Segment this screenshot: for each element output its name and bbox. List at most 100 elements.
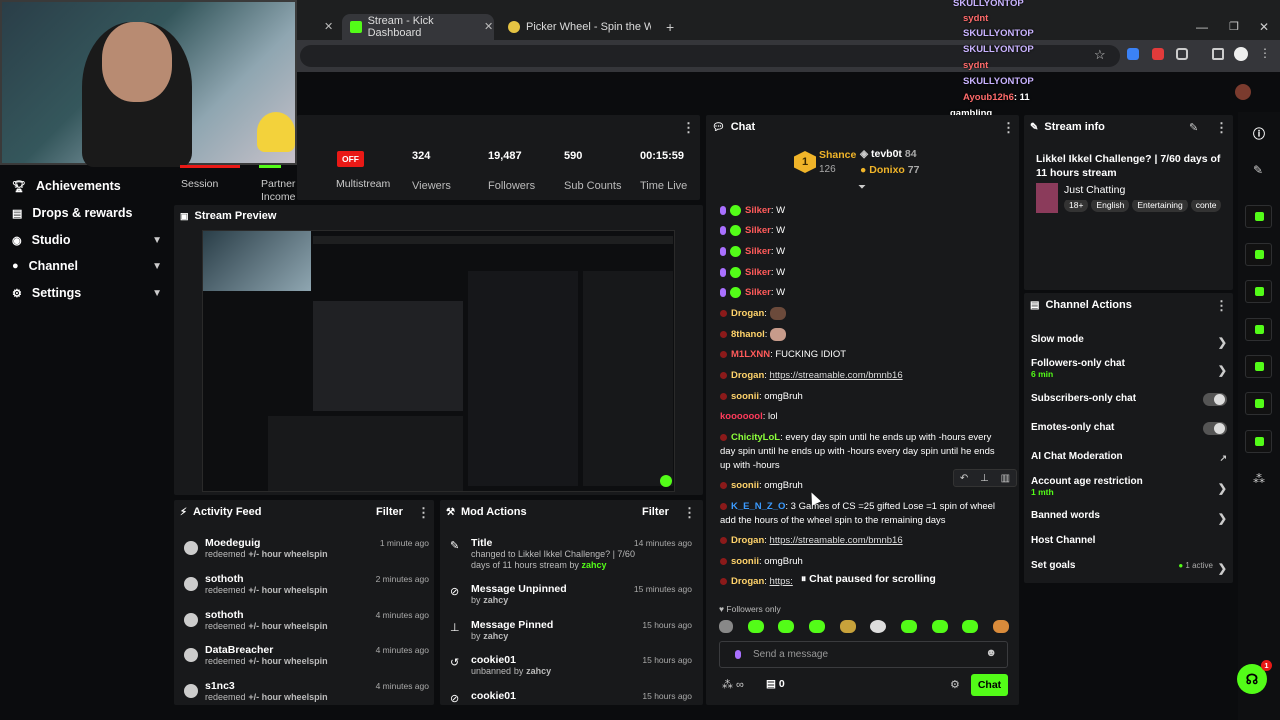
category-thumbnail[interactable] — [1036, 183, 1058, 213]
chat-message[interactable]: Drogan: https: — [720, 575, 795, 589]
chat-settings-icon[interactable]: ⚙︎ — [950, 678, 960, 691]
maximize-icon[interactable]: ❐ — [1229, 20, 1239, 33]
minimize-icon[interactable]: — — [1196, 20, 1208, 34]
rail-button-bolt[interactable] — [1245, 243, 1272, 266]
multistream-status-badge[interactable]: OFF — [337, 151, 364, 167]
rail-button-broadcast[interactable] — [1245, 355, 1272, 378]
subscribers-only-setting[interactable]: Subscribers-only chat — [1031, 393, 1227, 406]
chat-input[interactable]: Send a message ☻ — [719, 641, 1008, 668]
followers-only-setting[interactable]: Followers-only chat 6 min ❯ — [1031, 358, 1227, 379]
profile-avatar[interactable] — [1234, 47, 1248, 61]
subscribers-only-toggle[interactable] — [1203, 393, 1227, 406]
emoji-picker-icon[interactable]: ☻ — [985, 647, 997, 659]
extension-icon[interactable] — [1152, 48, 1164, 60]
chat-message[interactable]: Silker: W — [720, 245, 1005, 259]
close-tab-icon[interactable]: ✕ — [324, 20, 333, 33]
emote-icon[interactable] — [808, 620, 825, 633]
chat-message[interactable]: soonii: omgBruh — [720, 555, 1005, 569]
emote-icon[interactable] — [931, 620, 948, 633]
set-goals-setting[interactable]: Set goals ● 1 active ❯ — [1031, 560, 1227, 575]
info-icon[interactable]: ⓘ — [1253, 125, 1265, 142]
chat-message[interactable]: Silker: W — [720, 286, 1005, 300]
more-options-icon[interactable]: ⋮ — [683, 505, 696, 521]
ai-moderation-setting[interactable]: AI Chat Moderation ↗ — [1031, 451, 1227, 463]
pin-icon[interactable]: ⊥ — [980, 473, 989, 484]
banned-words-setting[interactable]: Banned words ❯ — [1031, 510, 1227, 525]
account-age-setting[interactable]: Account age restriction 1 mth ❯ — [1031, 476, 1227, 497]
chat-message[interactable]: ChicityLoL: every day spin until he ends… — [720, 431, 1005, 473]
nav-achievements[interactable]: 🏆︎ Achievements — [12, 179, 162, 193]
extension-icon[interactable] — [1127, 48, 1139, 60]
slow-mode-setting[interactable]: Slow mode ❯ — [1031, 334, 1227, 349]
user-avatar[interactable] — [1235, 84, 1251, 100]
emote-icon[interactable] — [962, 620, 979, 633]
chat-message[interactable]: kooooool: lol — [720, 410, 1005, 424]
reply-icon[interactable]: ↶ — [960, 473, 968, 484]
nav-channel[interactable]: ● Channel ▼ — [12, 259, 162, 273]
rail-button-layout[interactable] — [1245, 392, 1272, 415]
emote-icon[interactable] — [747, 620, 764, 633]
emotes-only-setting[interactable]: Emotes-only chat — [1031, 422, 1227, 435]
emote-icon[interactable] — [870, 620, 887, 633]
chat-message[interactable]: Silker: W — [720, 224, 1005, 238]
apps-icon[interactable]: ⁂ — [1253, 472, 1265, 486]
close-window-icon[interactable]: ✕ — [1259, 20, 1269, 34]
tag-chip[interactable]: English — [1091, 200, 1130, 212]
emote-icon[interactable] — [778, 620, 795, 633]
chat-message[interactable]: M1LXNN: FUCKING IDIOT — [720, 348, 1005, 362]
more-options-icon[interactable]: ⋮ — [1002, 120, 1015, 136]
delete-icon[interactable]: ▥ — [1001, 473, 1010, 484]
emote-icon[interactable] — [900, 620, 917, 633]
chat-paused-indicator[interactable]: ⏸ Chat paused for scrolling — [797, 573, 940, 586]
top-gifter-2[interactable]: ◈ tevb0t 84 — [860, 148, 917, 160]
emote-icon[interactable] — [992, 620, 1009, 633]
chat-message[interactable]: 8thanol: — [720, 328, 1005, 342]
tab-kick-dashboard[interactable]: Stream - Kick Dashboard — [342, 14, 494, 40]
more-options-icon[interactable]: ⋮ — [1215, 298, 1228, 314]
nav-drops-rewards[interactable]: ▤ Drops & rewards — [12, 206, 162, 220]
nav-studio[interactable]: ◉ Studio ▼ — [12, 233, 162, 247]
unpin-icon: ⊘ — [450, 586, 460, 598]
send-chat-button[interactable]: Chat — [971, 674, 1008, 696]
collapse-icon[interactable]: ⏷ — [858, 182, 866, 193]
chat-rules-icon[interactable]: ⁂ ∞ — [722, 678, 744, 691]
stream-preview-video[interactable] — [202, 230, 675, 492]
rail-button-chat[interactable] — [1245, 318, 1272, 341]
tab-search-icon[interactable] — [1212, 48, 1224, 60]
new-tab-button[interactable]: + — [666, 19, 674, 35]
rail-button-list[interactable] — [1245, 280, 1272, 303]
chat-message[interactable]: K_E_N_Z_O: 3 Games of CS =25 gifted Lose… — [720, 500, 1005, 528]
chat-message[interactable]: Silker: W — [720, 204, 1005, 218]
host-channel-setting[interactable]: Host Channel — [1031, 535, 1227, 546]
rail-button-camera[interactable] — [1245, 205, 1272, 228]
chat-message[interactable]: Drogan: https://streamable.com/bmnb16 — [720, 369, 1005, 383]
more-options-icon[interactable]: ⋮ — [1215, 120, 1228, 136]
more-options-icon[interactable]: ⋮ — [417, 505, 430, 521]
rail-button-tools[interactable] — [1245, 430, 1272, 453]
tag-chip[interactable]: Entertaining — [1132, 200, 1188, 212]
chat-message[interactable]: Drogan: — [720, 307, 1005, 321]
close-tab-icon[interactable]: ✕ — [484, 20, 493, 33]
chat-message[interactable]: Drogan: https://streamable.com/bmnb16 — [720, 534, 1005, 548]
chat-message[interactable]: soonii: omgBruh — [720, 390, 1005, 404]
more-options-icon[interactable]: ⋮ — [682, 120, 695, 136]
mod-filter-button[interactable]: Filter — [642, 506, 669, 518]
chat-message[interactable]: Silker: W — [720, 266, 1005, 280]
nav-settings[interactable]: ⚙︎ Settings ▼ — [12, 286, 162, 300]
category-name[interactable]: Just Chatting — [1064, 184, 1125, 196]
puzzle-icon[interactable] — [1176, 48, 1188, 60]
emote-icon[interactable] — [839, 620, 856, 633]
top-gifter-3[interactable]: ● Donixo 77 — [860, 164, 919, 176]
emotes-only-toggle[interactable] — [1203, 422, 1227, 435]
browser-menu-icon[interactable]: ⋮ — [1259, 46, 1271, 60]
tag-chip[interactable]: 18+ — [1064, 200, 1089, 212]
tab-picker-wheel[interactable]: Picker Wheel - Spin the Wheel t — [500, 14, 660, 40]
tag-chip[interactable]: conte — [1190, 200, 1222, 212]
edit-stream-info-icon[interactable]: ✎ — [1189, 121, 1198, 134]
top-gifter-name[interactable]: Shance — [819, 149, 856, 161]
pencil-icon[interactable]: ✎ — [1253, 163, 1263, 177]
activity-filter-button[interactable]: Filter — [376, 506, 403, 518]
gift-counter[interactable]: ▤ 0 — [766, 678, 785, 690]
bookmark-star-icon[interactable]: ☆ — [1094, 47, 1106, 63]
emote-icon[interactable] — [719, 620, 733, 633]
